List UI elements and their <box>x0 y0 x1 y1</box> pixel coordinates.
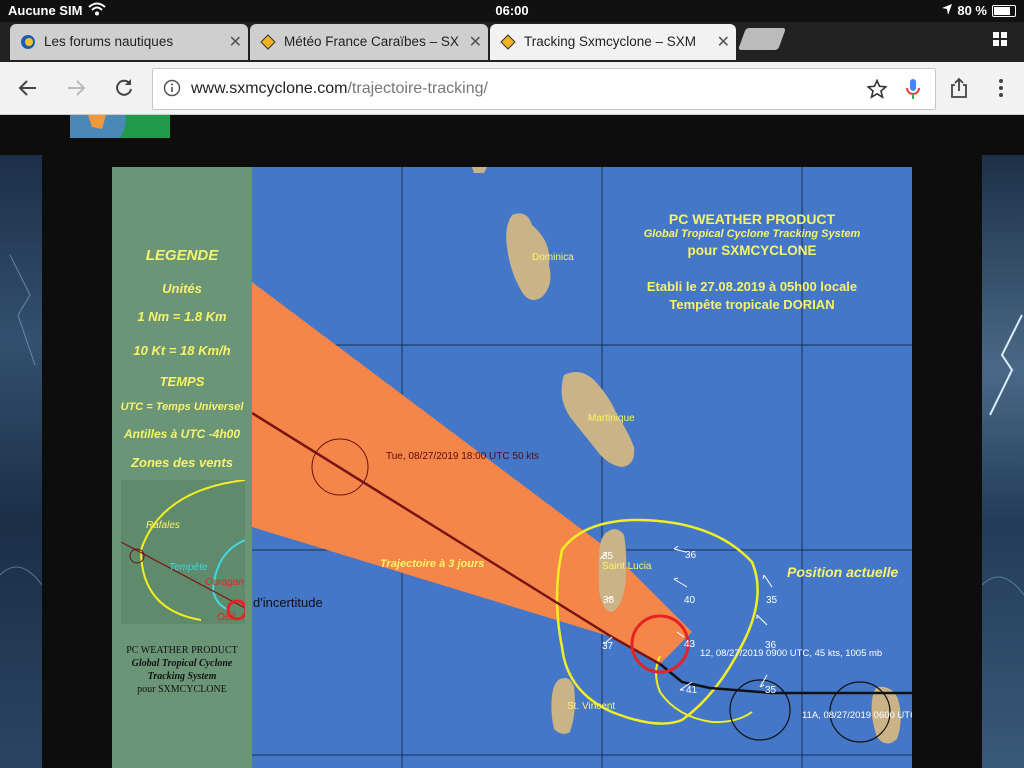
wind-value: 35 <box>602 551 614 562</box>
forum-favicon-icon <box>20 34 36 50</box>
status-bar: Aucune SIM 06:00 80 % <box>0 0 1024 22</box>
uncertainty-label: d'incertitude <box>253 595 323 610</box>
zone-label-tempete: Tempête <box>169 562 208 573</box>
tab-grid-icon[interactable] <box>993 32 1007 46</box>
tab-title: Tracking Sxmcyclone – SXM <box>524 34 697 49</box>
star-icon[interactable] <box>866 78 888 104</box>
legend-panel: LEGENDE Unités 1 Nm = 1.8 Km 10 Kt = 18 … <box>112 167 252 768</box>
storm-background-left <box>0 155 43 768</box>
battery-icon <box>992 4 1016 17</box>
wind-value: 35 <box>765 685 777 696</box>
label-st-vincent: St. Vincent <box>567 701 616 712</box>
legend-zones-title: Zones des vents <box>131 455 233 470</box>
legend-product-line-2: Global Tropical Cyclone <box>131 658 233 669</box>
legend-product-line-4: pour SXMCYCLONE <box>137 684 227 695</box>
wind-value: 38 <box>603 595 615 606</box>
battery-percent: 80 % <box>957 3 987 18</box>
info-icon[interactable] <box>163 79 181 102</box>
legend-units-title: Unités <box>162 281 202 296</box>
address-bar[interactable]: www.sxmcyclone.com/trajectoire-tracking/ <box>152 68 936 110</box>
share-icon[interactable] <box>945 74 973 102</box>
battery-level <box>994 6 1010 15</box>
island-top-fragment <box>472 167 487 173</box>
location-icon <box>942 3 953 18</box>
wind-value: 36 <box>765 640 777 651</box>
wind-value: 43 <box>684 639 696 650</box>
current-position-label: Position actuelle <box>787 564 899 580</box>
legend-utc-line: UTC = Temps Universel <box>120 401 244 413</box>
wind-zones-diagram: Rafales Tempête Ouragan Oeil <box>121 480 245 624</box>
legend-heading: LEGENDE <box>145 247 219 264</box>
close-icon[interactable]: ✕ <box>469 32 482 52</box>
tab-forums[interactable]: Les forums nautiques ✕ <box>10 24 248 60</box>
legend-nm-line: 1 Nm = 1.8 Km <box>137 309 227 324</box>
forward-icon[interactable] <box>62 74 90 102</box>
tab-tracking[interactable]: Tracking Sxmcyclone – SXM ✕ <box>490 24 736 60</box>
issue-date: Etabli le 27.08.2019 à 05h00 locale <box>646 279 858 294</box>
zone-label-ouragan: Ouragan <box>205 577 244 588</box>
menu-dots-icon[interactable] <box>987 74 1015 102</box>
storm-background-right <box>981 155 1024 768</box>
wind-value: 41 <box>686 685 698 696</box>
label-dominica: Dominica <box>532 252 574 263</box>
trajectory-label: Trajectoire à 3 jours <box>380 558 485 570</box>
page-content: LEGENDE Unités 1 Nm = 1.8 Km 10 Kt = 18 … <box>0 115 1024 768</box>
product-title: PC WEATHER PRODUCT <box>668 211 836 227</box>
cyclone-tracking-map: LEGENDE Unités 1 Nm = 1.8 Km 10 Kt = 18 … <box>112 167 912 768</box>
forecast-position-label: Tue, 08/27/2019 18:00 UTC 50 kts <box>386 451 540 462</box>
mic-icon[interactable] <box>905 78 921 105</box>
past-track-line <box>659 663 912 695</box>
url-text[interactable]: www.sxmcyclone.com/trajectoire-tracking/ <box>191 80 488 98</box>
new-tab-button[interactable] <box>737 28 787 50</box>
wind-value: 40 <box>684 595 696 606</box>
browser-toolbar: www.sxmcyclone.com/trajectoire-tracking/ <box>0 62 1024 115</box>
past-position-circle-11a <box>729 679 791 741</box>
product-subtitle: Global Tropical Cyclone Tracking System <box>643 228 861 240</box>
close-icon[interactable]: ✕ <box>717 32 730 52</box>
legend-product-line-3: Tracking System <box>147 671 217 682</box>
status-right: 80 % <box>942 3 1016 18</box>
url-path: /trajectoire-tracking/ <box>347 80 488 97</box>
clock: 06:00 <box>495 3 529 18</box>
advisory-11a-label: 11A, 08/27/2019 0600 UTC <box>802 710 912 721</box>
tab-meteo[interactable]: Météo France Caraïbes – SX ✕ <box>250 24 488 60</box>
close-icon[interactable]: ✕ <box>229 32 242 52</box>
storm-name: Tempête tropicale DORIAN <box>669 297 835 312</box>
legend-time-title: TEMPS <box>159 374 205 389</box>
tab-title: Météo France Caraïbes – SX <box>284 34 459 49</box>
advisory-12-label: 12, 08/27/2019 0900 UTC, 45 kts, 1005 mb <box>700 648 883 659</box>
warning-favicon-icon <box>500 34 516 50</box>
label-saint-lucia: Saint Lucia <box>602 561 652 572</box>
legend-kt-line: 10 Kt = 18 Km/h <box>133 343 231 358</box>
back-icon[interactable] <box>14 74 42 102</box>
warning-favicon-icon <box>260 34 276 50</box>
wind-value: 36 <box>685 550 697 561</box>
zone-label-rafales: Rafales <box>146 520 180 531</box>
wind-value: 37 <box>602 641 614 652</box>
mini-map-thumbnail[interactable] <box>70 115 170 138</box>
product-owner: pour SXMCYCLONE <box>687 243 817 258</box>
label-martinique: Martinique <box>588 413 635 424</box>
tab-title: Les forums nautiques <box>44 34 174 49</box>
reload-icon[interactable] <box>110 74 138 102</box>
legend-product-line-1: PC WEATHER PRODUCT <box>126 645 238 656</box>
url-domain: www.sxmcyclone.com <box>191 80 348 97</box>
zone-label-oeil: Oeil <box>217 612 235 623</box>
legend-antilles-line: Antilles à UTC -4h00 <box>123 427 241 441</box>
wind-value: 35 <box>766 595 778 606</box>
tab-strip: Les forums nautiques ✕ Météo France Cara… <box>0 22 1024 62</box>
